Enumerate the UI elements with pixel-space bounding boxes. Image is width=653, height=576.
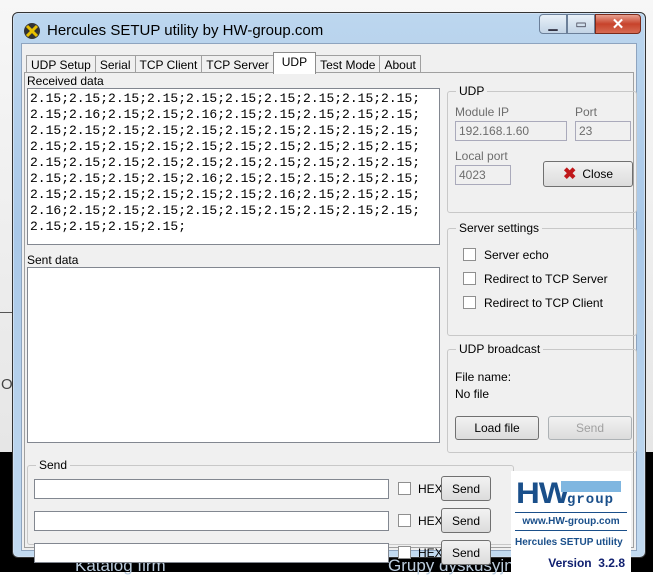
redirect-tcp-client-checkbox[interactable] — [463, 296, 476, 309]
close-window-button[interactable]: ✕ — [595, 14, 641, 34]
logo-url: www.HW-group.com — [515, 512, 627, 531]
logo-group: group — [567, 492, 615, 508]
send-button-1[interactable]: Send — [441, 476, 491, 501]
received-line: 2.16;2.15;2.15;2.15;2.15;2.15;2.15;2.15;… — [30, 203, 421, 218]
minimize-button[interactable]: ▁ — [539, 14, 567, 34]
received-line: 2.15;2.15;2.15;2.15;2.15;2.15;2.15;2.15;… — [30, 139, 421, 154]
close-x-icon: ✖ — [562, 166, 577, 183]
hex-checkbox-1[interactable] — [398, 482, 411, 495]
logo-product: Hercules SETUP utility — [515, 537, 623, 548]
udp-group-title: UDP — [456, 84, 488, 98]
server-settings-group: Server settings Server echo Redirect to … — [447, 221, 637, 336]
send-button-2[interactable]: Send — [441, 508, 491, 533]
server-echo-checkbox[interactable] — [463, 248, 476, 261]
redirect-tcp-client-label: Redirect to TCP Client — [484, 296, 603, 310]
received-line: 2.15;2.15;2.15;2.15;2.16;2.15;2.15;2.15;… — [30, 171, 421, 186]
udp-page: Received data 2.15;2.15;2.15;2.15;2.15;2… — [24, 72, 637, 575]
received-data-area[interactable]: 2.15;2.15;2.15;2.15; 2.15;2.15;2.15;2.15;… — [27, 88, 440, 245]
hercules-window: Hercules SETUP utility by HW-group.com ▁… — [12, 12, 646, 575]
redirect-tcp-server-label: Redirect to TCP Server — [484, 272, 608, 286]
send-group-title: Send — [36, 458, 71, 472]
send-button-3[interactable]: Send — [441, 540, 491, 565]
redirect-tcp-server-checkbox[interactable] — [463, 272, 476, 285]
hex-label-3: HEX — [418, 546, 443, 560]
port-input[interactable]: 23 — [575, 121, 631, 141]
app-icon — [24, 23, 40, 39]
close-button-label: Close — [582, 167, 614, 181]
hex-label-1: HEX — [418, 482, 443, 496]
udp-broadcast-group: UDP broadcast File name: No file Load fi… — [447, 342, 637, 453]
received-line: 2.15;2.15;2.15;2.15;2.15;2.15;2.15;2.15;… — [30, 123, 421, 138]
received-data-label: Received data — [27, 74, 104, 88]
file-name-value: No file — [455, 387, 490, 401]
udp-broadcast-title: UDP broadcast — [456, 342, 544, 356]
local-port-label: Local port — [455, 149, 508, 163]
load-file-button[interactable]: Load file — [455, 416, 539, 440]
hex-label-2: HEX — [418, 514, 443, 528]
server-echo-label: Server echo — [484, 248, 549, 262]
maximize-button[interactable]: ▭ — [567, 14, 595, 34]
received-line: 2.15;2.15;2.15;2.15;2.15;2.15;2.15;2.15;… — [30, 91, 421, 106]
local-port-input[interactable]: 4023 — [455, 165, 511, 185]
sent-data-area[interactable] — [27, 267, 440, 443]
background-text: O — [1, 376, 13, 393]
received-line: 2.15;2.15;2.15;2.15; — [30, 219, 187, 234]
file-name-label: File name: — [455, 370, 512, 384]
module-ip-label: Module IP — [455, 105, 510, 119]
hex-checkbox-3[interactable] — [398, 546, 411, 559]
hw-group-logo[interactable]: HW group www.HW-group.com Hercules SETUP… — [511, 471, 631, 575]
tab-udp[interactable]: UDP — [272, 52, 317, 74]
udp-group: UDP Module IP 192.168.1.60 Port 23 Local… — [447, 84, 637, 213]
close-button[interactable]: ✖ Close — [543, 161, 633, 187]
window-title: Hercules SETUP utility by HW-group.com — [47, 22, 324, 39]
send-input-1[interactable] — [34, 479, 389, 499]
received-line: 2.15;2.15;2.15;2.15;2.15;2.15;2.15;2.15;… — [30, 155, 421, 170]
logo-version: Version 3.2.8 — [548, 556, 625, 570]
module-ip-input[interactable]: 192.168.1.60 — [455, 121, 567, 141]
logo-bar — [561, 481, 621, 492]
broadcast-send-button[interactable]: Send — [548, 416, 632, 440]
sent-data-label: Sent data — [27, 253, 79, 267]
received-line: 2.15;2.15;2.15;2.15;2.15;2.15;2.16;2.15;… — [30, 187, 421, 202]
port-label: Port — [575, 105, 598, 119]
received-line: 2.15;2.16;2.15;2.15;2.16;2.15;2.15;2.15;… — [30, 107, 421, 122]
hex-checkbox-2[interactable] — [398, 514, 411, 527]
tab-bar: UDP Setup Serial TCP Client TCP Server U… — [26, 52, 421, 74]
server-settings-title: Server settings — [456, 221, 543, 235]
send-input-2[interactable] — [34, 511, 389, 531]
send-input-3[interactable] — [34, 543, 389, 563]
